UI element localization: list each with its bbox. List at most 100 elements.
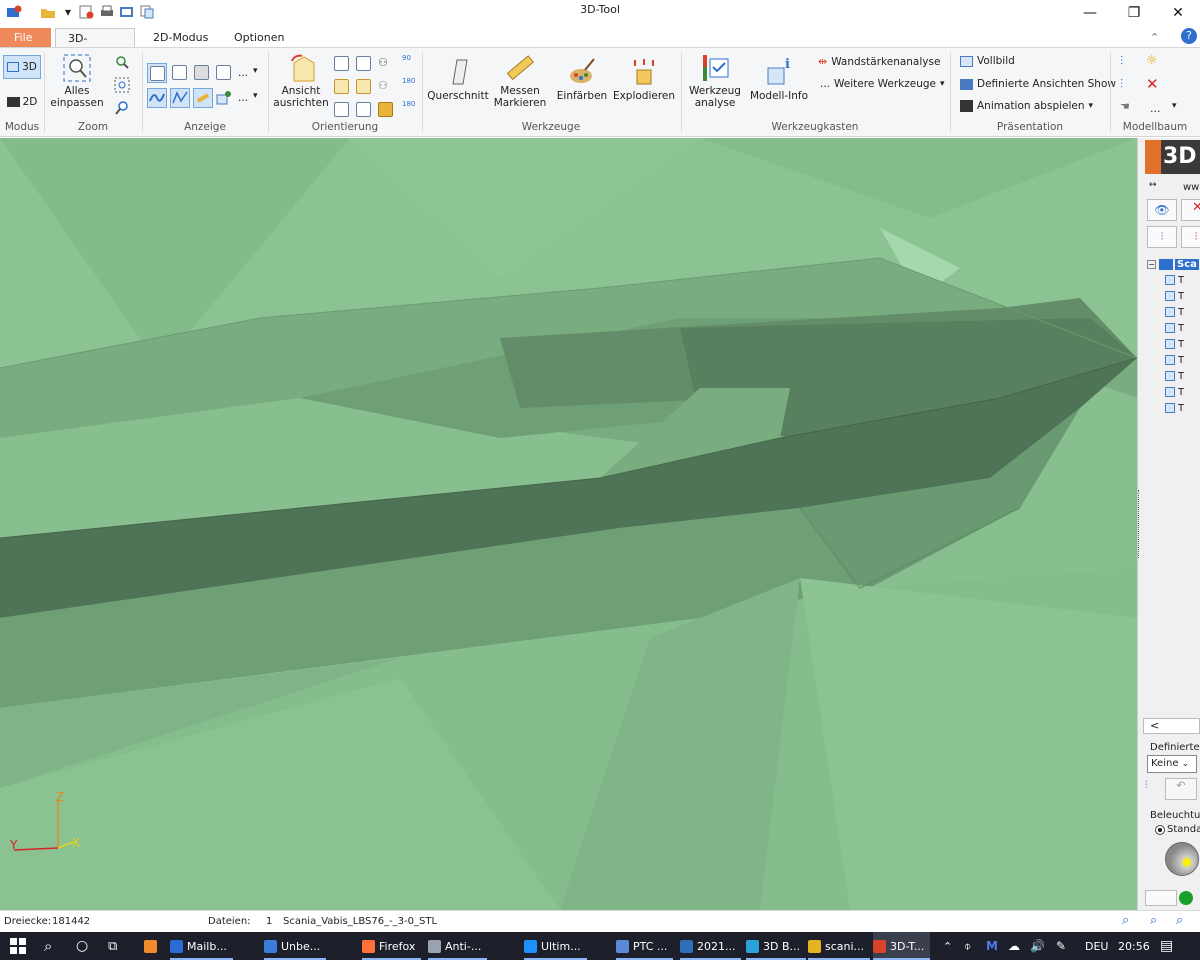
tree-item[interactable]: T (1165, 320, 1184, 336)
view-right-icon[interactable] (356, 79, 371, 94)
tab-2d-modus[interactable]: 2D-Modus (141, 28, 220, 47)
tab-file[interactable]: File (0, 28, 51, 47)
hand-icon[interactable]: ☚ (1120, 100, 1130, 113)
lighting-standard-radio[interactable]: Standa (1155, 824, 1200, 835)
model-mesh[interactable] (0, 138, 1137, 910)
tree-collapse-toggle[interactable]: − (1147, 259, 1156, 269)
mesh-button[interactable] (170, 88, 190, 108)
background-color-swatch[interactable] (1145, 890, 1177, 906)
view-bottom-icon[interactable] (356, 102, 371, 117)
measure-button[interactable]: Messen Markieren (492, 53, 548, 109)
wall-thickness-button[interactable]: ⇹ Wandstärkenanalyse (818, 55, 940, 68)
zoom-fit-status-icon[interactable]: ⌕ (1122, 913, 1129, 928)
tree-collapse-icon[interactable]: ⫶ (1120, 77, 1123, 92)
rotate-180-label-1[interactable]: 180 (402, 77, 415, 85)
taskbar-app[interactable]: 3D B... (746, 932, 807, 960)
task-view-icon[interactable]: ⧉ (108, 932, 117, 960)
taskbar-app[interactable]: Unbe... (264, 932, 327, 960)
defined-views-select[interactable]: Keine ⌄ (1147, 755, 1197, 773)
more-tools-button[interactable]: ... Weitere Werkzeuge ▾ (820, 78, 945, 90)
taskbar-app[interactable]: 2021... (680, 932, 742, 960)
cortana-icon[interactable]: ○ (76, 932, 88, 960)
taskbar-app-pinned[interactable] (144, 932, 157, 960)
restore-button[interactable]: ❐ (1112, 0, 1156, 26)
tree-item[interactable]: T (1165, 400, 1184, 416)
tree-item[interactable]: T (1165, 384, 1184, 400)
chevron-down-icon[interactable]: ▾ (1172, 101, 1177, 111)
display-shaded-button[interactable] (147, 63, 167, 83)
language-indicator[interactable]: DEU (1085, 932, 1108, 960)
colorize-button[interactable]: Einfärben (556, 56, 608, 102)
edges-button[interactable] (147, 88, 167, 108)
eye-icon[interactable]: 👁 (1147, 199, 1177, 221)
tree-item[interactable]: T (1165, 352, 1184, 368)
close-button[interactable]: ✕ (1156, 0, 1200, 26)
hide-icon[interactable]: ✕ (1181, 199, 1200, 221)
pen-icon[interactable]: ✎ (1056, 932, 1066, 960)
rotate-free-icon[interactable]: ⚇ (378, 79, 393, 94)
taskbar-app[interactable]: 3D-T... (873, 932, 931, 960)
tree-item[interactable]: T (1165, 304, 1184, 320)
tree-root-item[interactable]: − Sca (1147, 256, 1199, 272)
undo-view-icon[interactable]: ↶ (1165, 778, 1197, 800)
start-button[interactable] (10, 932, 26, 960)
zoom-pan-button[interactable] (114, 54, 130, 70)
collapse-ribbon-icon[interactable]: ⌃ (1150, 28, 1159, 47)
fit-all-button[interactable]: Alles einpassen (50, 53, 104, 109)
notification-icon[interactable]: ▤ (1160, 932, 1173, 960)
sun-icon[interactable]: ☼ (1146, 53, 1158, 68)
help-icon[interactable]: ? (1181, 28, 1197, 44)
chevron-down-icon[interactable]: ▾ (253, 66, 258, 76)
minimize-button[interactable]: — (1068, 0, 1112, 26)
tree-item[interactable]: T (1165, 336, 1184, 352)
tree-delete-small-icon[interactable]: ⫶ (1181, 226, 1200, 248)
labels-button[interactable] (216, 90, 232, 109)
cross-section-button[interactable]: Querschnitt (427, 56, 489, 102)
zoom-in-icon[interactable]: ⌕ (1176, 913, 1183, 928)
tab-3d-modus[interactable]: 3D-Modus (55, 28, 135, 58)
mode-2d-button[interactable]: 2D (3, 92, 41, 112)
tree-expand-icon[interactable]: ⫶ (1120, 54, 1123, 69)
splitter-grip[interactable] (1138, 490, 1142, 558)
taskbar-app[interactable]: Mailb... (170, 932, 233, 960)
tray-m-icon[interactable]: M (986, 932, 998, 960)
web-link[interactable]: ww (1183, 182, 1199, 193)
delete-icon[interactable]: ✕ (1146, 75, 1159, 93)
clock[interactable]: 20:56 (1118, 932, 1150, 960)
explode-button[interactable]: Explodieren (612, 56, 676, 102)
rotate-180-label-2[interactable]: 180 (402, 100, 415, 108)
view-iso-icon[interactable] (378, 102, 393, 117)
tree-item[interactable]: T (1165, 368, 1184, 384)
modellbaum-more[interactable]: ... (1150, 102, 1161, 115)
view-front-icon[interactable] (334, 56, 349, 71)
tray-chevron-icon[interactable]: ⌃ (943, 932, 952, 960)
display-more-button-1[interactable]: ... (238, 67, 248, 79)
rotate-axis-icon[interactable]: ⚇ (378, 56, 393, 71)
chevron-down-icon[interactable]: ▾ (253, 91, 258, 101)
zoom-button[interactable] (114, 100, 130, 116)
view-top-icon[interactable] (334, 102, 349, 117)
camera-icon[interactable]: ⫶ (1145, 780, 1148, 791)
play-animation-button[interactable]: Animation abspielen ▾ (960, 100, 1093, 112)
view-left-icon[interactable] (334, 79, 349, 94)
tab-optionen[interactable]: Optionen (222, 28, 296, 47)
cloud-icon[interactable]: ☁ (1008, 932, 1020, 960)
tree-horizontal-scrollbar[interactable]: < (1143, 718, 1200, 734)
taskbar-app[interactable]: Ultim... (524, 932, 587, 960)
search-icon[interactable]: ⌕ (44, 932, 52, 960)
scroll-left-arrow[interactable]: < (1150, 719, 1159, 732)
3d-viewport[interactable]: Z Y X (0, 138, 1137, 910)
tree-item[interactable]: T (1165, 288, 1184, 304)
tree-expand-small-icon[interactable]: ⫶ (1147, 226, 1177, 248)
model-info-button[interactable]: i Modell-Info (748, 56, 810, 102)
light-sphere-icon[interactable] (1165, 842, 1199, 876)
resize-arrows-icon[interactable]: ↔ (1149, 180, 1157, 190)
view-back-icon[interactable] (356, 56, 371, 71)
cube-wireframe-icon[interactable] (172, 65, 187, 80)
tool-analysis-button[interactable]: Werkzeug analyse (688, 53, 742, 109)
zoom-out-icon[interactable]: ⌕ (1150, 913, 1157, 928)
display-more-button-2[interactable]: ... (238, 92, 248, 104)
cube-transparent-icon[interactable] (216, 65, 231, 80)
cube-hidden-lines-icon[interactable] (194, 65, 209, 80)
taskbar-app[interactable]: Firefox (362, 932, 422, 960)
